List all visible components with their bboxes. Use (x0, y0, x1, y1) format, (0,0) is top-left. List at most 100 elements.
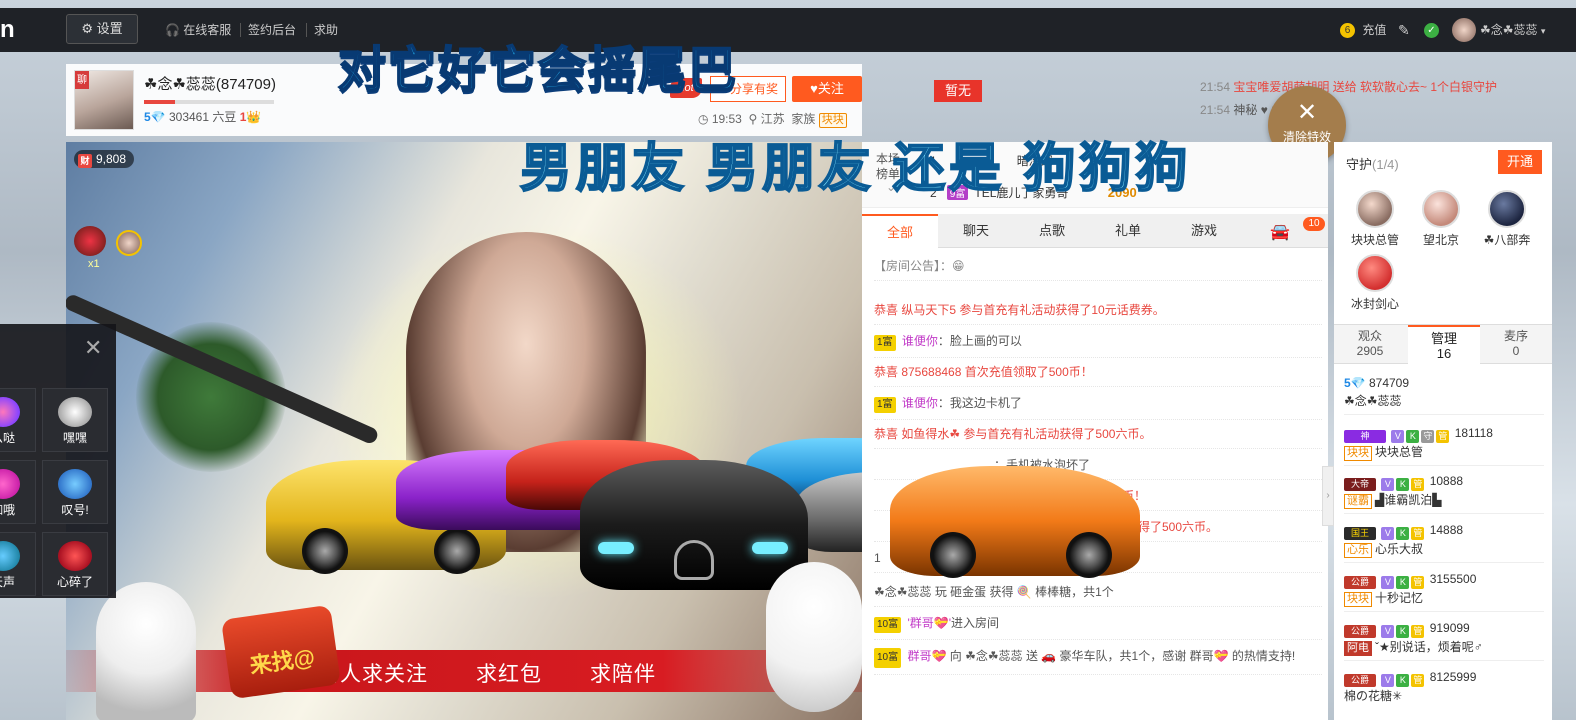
tab-count: 16 (1436, 346, 1452, 361)
admin-icon: 管 (1411, 576, 1425, 589)
recharge-label: 充值 (1362, 23, 1387, 37)
admin-icon: 管 (1436, 430, 1450, 443)
chat-panel: 本场 榜单 ⌄ 1 暗深深 2 9富 TEL鹿儿了家勇哥 2090 全部 聊天 … (862, 142, 1328, 720)
black-car-image (580, 460, 808, 590)
chat-text: 向 ☘念☘蕊蕊 送 🚗 豪华车队，共1个，感谢 群哥💝 的热情支持! (949, 649, 1296, 663)
chevron-down-icon: ▾ (1540, 26, 1546, 36)
open-guard-button[interactable]: 开通 (1498, 150, 1542, 174)
gift-item[interactable]: 么哒 (0, 388, 36, 452)
top-bar: n ⚙ 设置 🎧 在线客服 签约后台 求助 6 充值 ✎ ✓ ☘念☘蕊蕊 ▾ (0, 8, 1576, 52)
chat-username[interactable]: '群哥💝' (907, 616, 951, 630)
tab-games[interactable]: 游戏 (1166, 214, 1242, 248)
gift-icon (58, 541, 92, 571)
gift-item[interactable]: 叹号! (42, 460, 108, 524)
user-level-tag: 5💎 (1344, 376, 1366, 390)
admin-item[interactable]: 公爵 VK管 8125999 棉の花糖✳ (1344, 668, 1544, 709)
car-icon[interactable]: 🚘 (1270, 222, 1290, 242)
site-logo[interactable]: n (0, 8, 16, 52)
tab-audience[interactable]: 观众 2905 (1334, 325, 1406, 365)
sign-backend-link[interactable]: 签约后台 (248, 8, 296, 52)
guard-member[interactable]: 望北京 (1410, 190, 1472, 248)
avatar (1488, 190, 1526, 228)
avatar (1422, 190, 1460, 228)
user-name: ˇ★别说话，烦着呢♂ (1375, 640, 1483, 654)
tab-songs[interactable]: 点歌 (1014, 214, 1090, 248)
fans-level: 1👑 (239, 110, 262, 124)
user-menu[interactable]: ☘念☘蕊蕊 ▾ (1480, 8, 1545, 52)
gift-icon (58, 469, 92, 499)
collapse-handle[interactable]: › (1322, 466, 1334, 526)
anchor-avatar[interactable]: 聊 (74, 70, 134, 130)
admin-item[interactable]: 公爵 VK管 3155500 块块 十秒记忆 (1344, 570, 1544, 612)
close-icon: ✕ (1296, 99, 1318, 126)
k-icon: K (1406, 430, 1420, 443)
user-name: 块块总管 (1375, 445, 1424, 459)
gift-label: 叹号! (61, 503, 89, 517)
guard-count: (1/4) (1372, 157, 1399, 172)
vip-icon: V (1381, 625, 1395, 638)
gift-label: 天声 (0, 575, 15, 589)
guard-member[interactable]: 块块总管 (1344, 190, 1406, 248)
overlay-subline: 男朋友 男朋友 还是 狗狗狗 (519, 139, 1192, 199)
lucky-sign: 来找@ (220, 604, 342, 700)
chat-username[interactable]: 谁便你 (902, 396, 938, 410)
help-link[interactable]: 求助 (314, 8, 338, 52)
online-service-link[interactable]: 🎧 在线客服 (165, 8, 231, 52)
recharge-link[interactable]: 6 充值 (1340, 8, 1386, 52)
user-level-tag: 公爵 (1344, 625, 1376, 638)
admin-item[interactable]: 大帝 VK管 10888 谜霸 ▟谁霸凯泊▙ (1344, 472, 1544, 514)
guard-member[interactable]: 冰封剑心 (1344, 254, 1406, 312)
anchor-level: 5💎 (144, 110, 166, 124)
gift-item[interactable]: 嘿嘿 (42, 388, 108, 452)
game-message: ☘念☘蕊蕊 玩 砸金蛋 获得 🍭 棒棒糖，共1个 (874, 584, 1322, 607)
tab-label: 管理 (1430, 331, 1457, 346)
gift-sender-icon (74, 226, 106, 256)
tab-all[interactable]: 全部 (862, 214, 938, 249)
user-id: 14888 (1429, 523, 1464, 537)
admin-item[interactable]: 国王 VK管 14888 心乐 心乐大叔 (1344, 521, 1544, 563)
tab-label: 麦序 (1503, 329, 1528, 343)
gift-item[interactable]: 心碎了 (42, 532, 108, 596)
tab-label: 观众 (1357, 329, 1382, 343)
wealth-badge: 财 9,808 (74, 150, 135, 168)
gift-item[interactable]: 咖哦 (0, 460, 36, 524)
tab-chat[interactable]: 聊天 (938, 214, 1014, 248)
gift-message: 10富 群哥💝 向 ☘念☘蕊蕊 送 🚗 豪华车队，共1个，感谢 群哥💝 的热情支… (874, 646, 1322, 675)
location-icon: ⚲ (748, 112, 758, 126)
wealth-value: 9,808 (96, 152, 127, 166)
guard-member[interactable]: ☘八部奔 (1476, 190, 1538, 248)
guard-title: 守护(1/4) (1346, 154, 1399, 173)
guard-label: 守护 (1346, 157, 1373, 172)
close-icon[interactable]: ✕ (84, 337, 102, 359)
admin-item[interactable]: 神 VK守管 181118 块块 块块总管 (1344, 424, 1544, 466)
avatar[interactable] (1452, 18, 1476, 42)
follow-button[interactable]: ♥关注 (792, 76, 862, 102)
feed-item: 21:54 神秘 ♥ 1个爱的火山 (1200, 101, 1550, 124)
edit-icon[interactable]: ✎ (1398, 8, 1410, 52)
guard-name: 冰封剑心 (1350, 297, 1399, 311)
wealth-icon: 财 (78, 154, 92, 168)
user-id: 8125999 (1429, 670, 1477, 684)
gift-item[interactable]: 天声 (0, 532, 36, 596)
feed-item: 21:54 宝宝唯爱胡萌胡明 送给 软软散心去~ 1个白银守护 (1200, 78, 1550, 101)
user-name: 十秒记忆 (1375, 591, 1424, 605)
tab-mic-queue[interactable]: 麦序 0 (1480, 325, 1552, 365)
video-stream[interactable]: 财 9,808 x1 新人求关注 求红包 求陪伴 来找@ (66, 142, 862, 720)
chat-username[interactable]: 群哥💝 (907, 649, 946, 663)
admin-item[interactable]: 公爵 VK管 919099 阿电 ˇ★别说话，烦着呢♂ (1344, 619, 1544, 661)
user-level-tag: 国王 (1344, 527, 1376, 540)
user-name: ☘念☘蕊蕊 (1344, 394, 1402, 408)
anchor-name[interactable]: ☘念☘蕊蕊(874709) (144, 73, 276, 94)
chat-username[interactable]: 谁便你 (902, 334, 938, 348)
tab-admins[interactable]: 管理 16 (1408, 325, 1480, 365)
settings-button[interactable]: ⚙ 设置 (66, 14, 138, 44)
gift-sender-avatar[interactable] (116, 230, 142, 256)
admin-item[interactable]: 5💎 874709 ☘念☘蕊蕊 (1344, 374, 1544, 415)
user-level-tag: 1富 (874, 335, 896, 351)
feed-time: 21:54 (1200, 80, 1231, 94)
gift-label: 嘿嘿 (62, 431, 87, 445)
user-id: 874709 (1368, 376, 1410, 390)
tab-gifts[interactable]: 礼单 (1090, 214, 1166, 248)
vip-icon: V (1381, 527, 1395, 540)
cat-mascot-image (96, 582, 196, 720)
